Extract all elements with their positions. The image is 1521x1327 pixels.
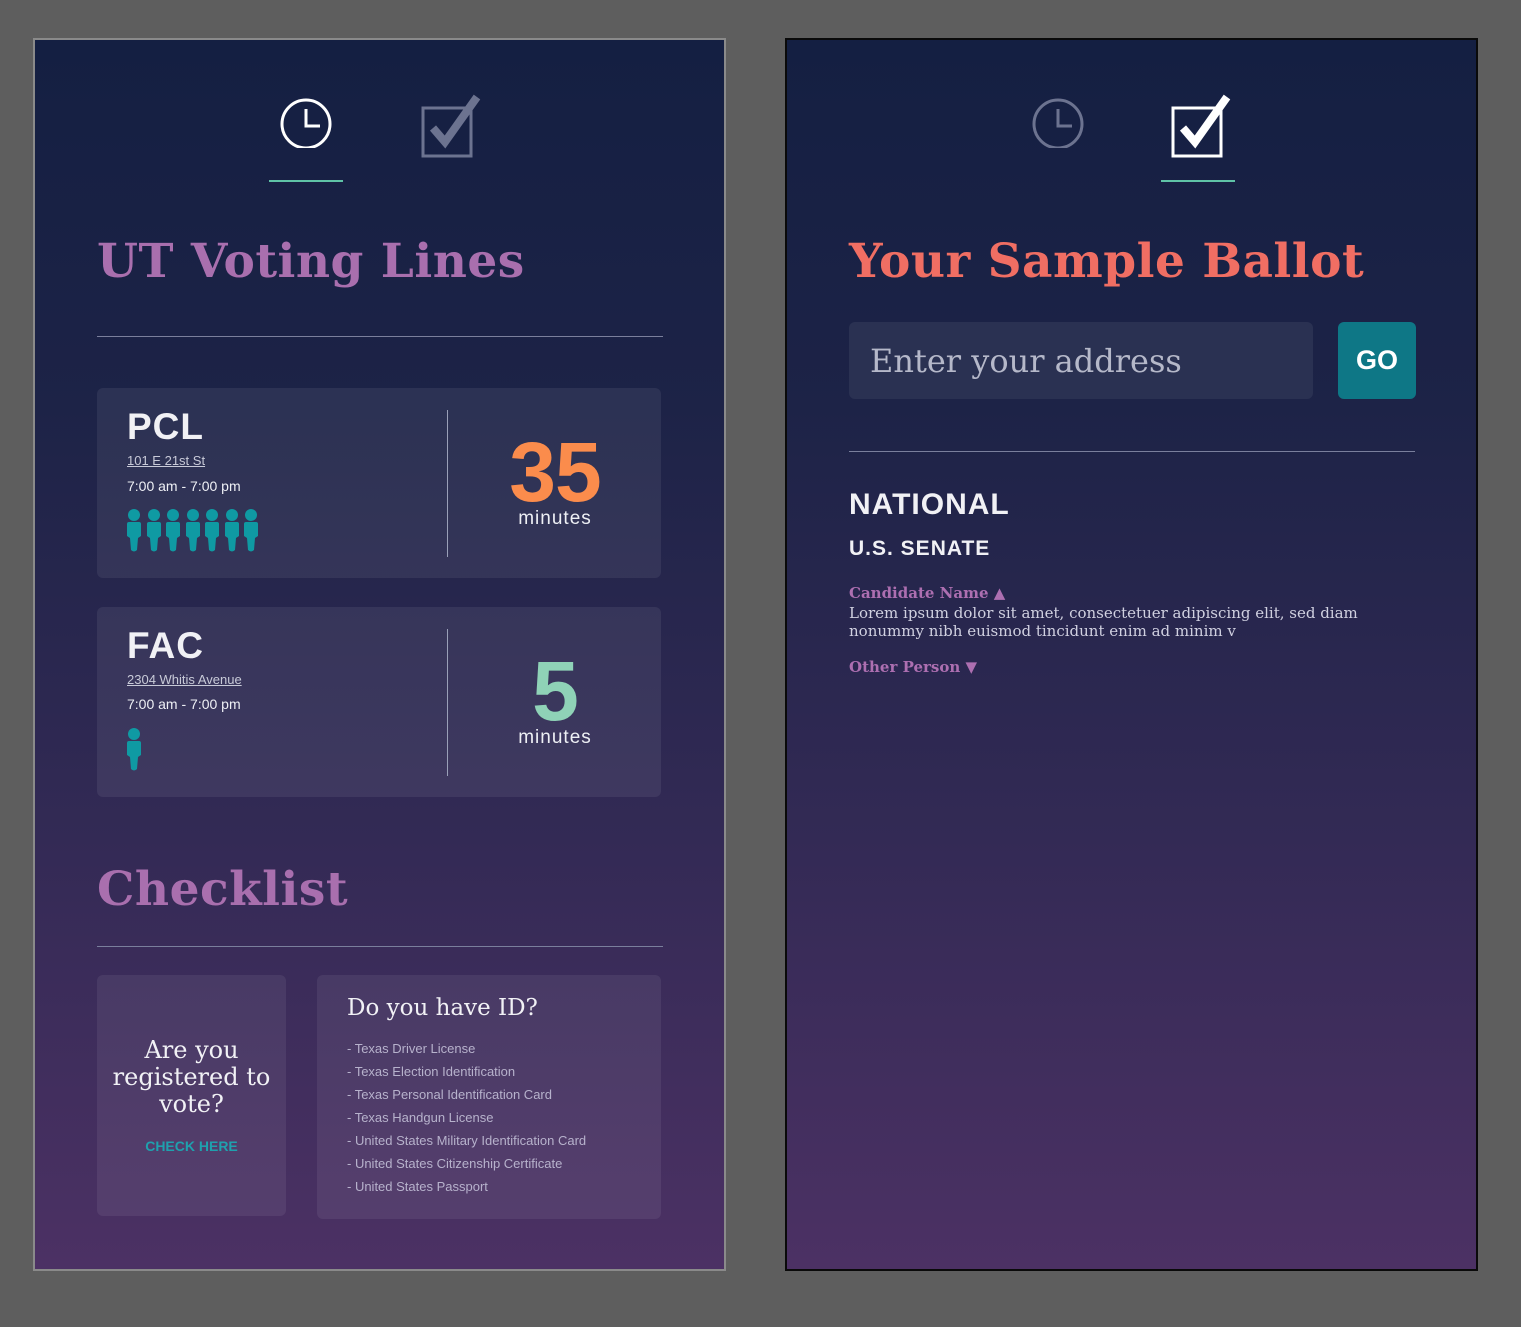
candidate-toggle[interactable]: Candidate Name ▲ <box>849 584 1005 602</box>
person-icon <box>127 509 141 552</box>
voting-lines-screen: UT Voting Lines PCL 101 E 21st St 7:00 a… <box>33 38 726 1271</box>
checklist-title: Checklist <box>97 862 349 917</box>
person-icon <box>146 509 161 552</box>
wait-minutes-value: 35 <box>509 425 601 519</box>
id-list-item: - Texas Personal Identification Card <box>347 1087 552 1102</box>
divider <box>849 451 1415 452</box>
tab-voting-lines[interactable] <box>1021 88 1095 182</box>
people-in-line-icons <box>126 509 263 553</box>
checkbox-icon <box>1171 94 1231 158</box>
candidate-toggle[interactable]: Other Person ▼ <box>849 658 977 676</box>
id-list-item: - Texas Driver License <box>347 1041 476 1056</box>
person-icon <box>224 509 239 552</box>
divider <box>97 336 663 337</box>
wait-minutes-unit: minutes <box>518 727 592 748</box>
location-card-pcl[interactable]: PCL 101 E 21st St 7:00 am - 7:00 pm 35 m… <box>97 388 661 578</box>
location-address-link[interactable]: 2304 Whitis Avenue <box>127 672 242 687</box>
person-icon <box>166 509 180 552</box>
candidate-description: Lorem ipsum dolor sit amet, consectetuer… <box>849 604 1358 640</box>
location-name: PCL <box>127 406 204 447</box>
id-list-item: - United States Passport <box>347 1179 488 1194</box>
id-question: Do you have ID? <box>347 995 538 1021</box>
clock-icon <box>1032 98 1084 148</box>
section-heading: NATIONAL <box>849 488 1010 521</box>
id-list-item: - United States Citizenship Certificate <box>347 1156 563 1171</box>
divider <box>97 946 663 947</box>
wait-time: 35 minutes <box>449 430 661 530</box>
id-list-item: - Texas Election Identification <box>347 1064 516 1079</box>
registration-check-card: Are you registered to vote? CHECK HERE <box>97 975 286 1216</box>
tab-voting-lines[interactable] <box>269 88 343 182</box>
page-title: Your Sample Ballot <box>849 234 1365 289</box>
location-card-fac[interactable]: FAC 2304 Whitis Avenue 7:00 am - 7:00 pm… <box>97 607 661 797</box>
wait-minutes-value: 5 <box>532 644 579 738</box>
id-list: - Texas Driver License - Texas Election … <box>347 1037 586 1198</box>
page-title: UT Voting Lines <box>97 234 525 289</box>
tab-active-indicator <box>269 180 343 182</box>
sample-ballot-screen: Your Sample Ballot GO NATIONAL U.S. SENA… <box>785 38 1478 1271</box>
vertical-divider <box>447 629 448 776</box>
location-name: FAC <box>127 625 204 666</box>
location-address-link[interactable]: 101 E 21st St <box>127 453 205 468</box>
person-icon <box>205 509 219 552</box>
location-hours: 7:00 am - 7:00 pm <box>127 696 241 712</box>
id-list-item: - Texas Handgun License <box>347 1110 494 1125</box>
clock-icon <box>280 98 332 148</box>
people-in-line-icons <box>126 728 146 772</box>
wait-minutes-unit: minutes <box>518 508 592 529</box>
race-heading: U.S. SENATE <box>849 537 991 560</box>
person-icon <box>127 728 141 771</box>
person-icon <box>185 509 200 552</box>
checkbox-icon <box>421 94 481 158</box>
check-here-link[interactable]: CHECK HERE <box>97 1138 286 1154</box>
address-input[interactable] <box>849 322 1313 399</box>
id-check-card: Do you have ID? - Texas Driver License -… <box>317 975 661 1219</box>
caret-up-icon: ▲ <box>993 584 1006 602</box>
candidate-name: Candidate Name <box>849 584 989 602</box>
vertical-divider <box>447 410 448 557</box>
caret-down-icon: ▼ <box>965 658 978 676</box>
location-hours: 7:00 am - 7:00 pm <box>127 478 241 494</box>
go-button[interactable]: GO <box>1338 322 1416 399</box>
wait-time: 5 minutes <box>449 649 661 749</box>
candidate-name: Other Person <box>849 658 961 676</box>
registration-question: Are you registered to vote? <box>112 1036 271 1118</box>
tab-active-indicator <box>1161 180 1235 182</box>
person-icon <box>244 509 258 552</box>
tab-sample-ballot[interactable] <box>411 88 485 182</box>
tab-sample-ballot[interactable] <box>1161 88 1235 182</box>
id-list-item: - United States Military Identification … <box>347 1133 587 1148</box>
